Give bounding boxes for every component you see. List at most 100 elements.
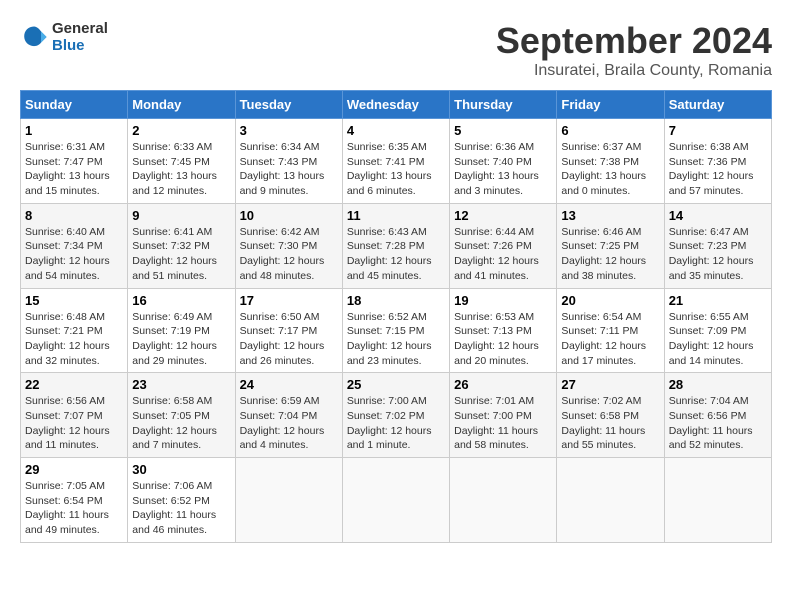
- day-number: 30: [132, 462, 230, 477]
- day-info: Sunrise: 6:43 AM Sunset: 7:28 PM Dayligh…: [347, 225, 445, 284]
- page-header: General Blue September 2024 Insuratei, B…: [20, 20, 772, 80]
- calendar-cell: 24 Sunrise: 6:59 AM Sunset: 7:04 PM Dayli…: [235, 373, 342, 458]
- calendar-cell: 29 Sunrise: 7:05 AM Sunset: 6:54 PM Dayli…: [21, 458, 128, 543]
- header-row: SundayMondayTuesdayWednesdayThursdayFrid…: [21, 91, 772, 119]
- calendar-cell: 16 Sunrise: 6:49 AM Sunset: 7:19 PM Dayli…: [128, 288, 235, 373]
- day-number: 20: [561, 293, 659, 308]
- calendar-cell: 17 Sunrise: 6:50 AM Sunset: 7:17 PM Dayli…: [235, 288, 342, 373]
- week-row-3: 15 Sunrise: 6:48 AM Sunset: 7:21 PM Dayli…: [21, 288, 772, 373]
- calendar-cell: 23 Sunrise: 6:58 AM Sunset: 7:05 PM Dayli…: [128, 373, 235, 458]
- day-number: 11: [347, 208, 445, 223]
- day-info: Sunrise: 6:41 AM Sunset: 7:32 PM Dayligh…: [132, 225, 230, 284]
- logo-text: General Blue: [52, 20, 108, 54]
- day-number: 13: [561, 208, 659, 223]
- day-number: 22: [25, 377, 123, 392]
- calendar-cell: 4 Sunrise: 6:35 AM Sunset: 7:41 PM Daylig…: [342, 119, 449, 204]
- calendar-cell: 22 Sunrise: 6:56 AM Sunset: 7:07 PM Dayli…: [21, 373, 128, 458]
- title-section: September 2024 Insuratei, Braila County,…: [496, 20, 772, 80]
- day-info: Sunrise: 6:52 AM Sunset: 7:15 PM Dayligh…: [347, 310, 445, 369]
- header-saturday: Saturday: [664, 91, 771, 119]
- day-info: Sunrise: 7:01 AM Sunset: 7:00 PM Dayligh…: [454, 394, 552, 453]
- calendar-cell: [557, 458, 664, 543]
- day-info: Sunrise: 6:33 AM Sunset: 7:45 PM Dayligh…: [132, 140, 230, 199]
- day-number: 24: [240, 377, 338, 392]
- calendar-cell: 25 Sunrise: 7:00 AM Sunset: 7:02 PM Dayli…: [342, 373, 449, 458]
- calendar-cell: 2Sunrise: 6:33 AM Sunset: 7:45 PM Daylig…: [128, 119, 235, 204]
- calendar-cell: 15 Sunrise: 6:48 AM Sunset: 7:21 PM Dayli…: [21, 288, 128, 373]
- day-info: Sunrise: 6:36 AM Sunset: 7:40 PM Dayligh…: [454, 140, 552, 199]
- calendar-cell: 18 Sunrise: 6:52 AM Sunset: 7:15 PM Dayli…: [342, 288, 449, 373]
- week-row-2: 8Sunrise: 6:40 AM Sunset: 7:34 PM Daylig…: [21, 203, 772, 288]
- day-info: Sunrise: 6:44 AM Sunset: 7:26 PM Dayligh…: [454, 225, 552, 284]
- header-thursday: Thursday: [450, 91, 557, 119]
- calendar-cell: 10Sunrise: 6:42 AM Sunset: 7:30 PM Dayli…: [235, 203, 342, 288]
- day-info: Sunrise: 6:34 AM Sunset: 7:43 PM Dayligh…: [240, 140, 338, 199]
- day-info: Sunrise: 6:48 AM Sunset: 7:21 PM Dayligh…: [25, 310, 123, 369]
- day-number: 14: [669, 208, 767, 223]
- header-sunday: Sunday: [21, 91, 128, 119]
- day-info: Sunrise: 6:55 AM Sunset: 7:09 PM Dayligh…: [669, 310, 767, 369]
- calendar-cell: 1 Sunrise: 6:31 AM Sunset: 7:47 PM Daylig…: [21, 119, 128, 204]
- day-number: 23: [132, 377, 230, 392]
- day-info: Sunrise: 6:37 AM Sunset: 7:38 PM Dayligh…: [561, 140, 659, 199]
- day-info: Sunrise: 6:38 AM Sunset: 7:36 PM Dayligh…: [669, 140, 767, 199]
- day-number: 17: [240, 293, 338, 308]
- page-title: September 2024: [496, 20, 772, 62]
- day-number: 6: [561, 123, 659, 138]
- day-info: Sunrise: 7:02 AM Sunset: 6:58 PM Dayligh…: [561, 394, 659, 453]
- day-number: 5: [454, 123, 552, 138]
- day-number: 25: [347, 377, 445, 392]
- header-wednesday: Wednesday: [342, 91, 449, 119]
- day-number: 3: [240, 123, 338, 138]
- calendar-cell: 30Sunrise: 7:06 AM Sunset: 6:52 PM Dayli…: [128, 458, 235, 543]
- day-info: Sunrise: 6:53 AM Sunset: 7:13 PM Dayligh…: [454, 310, 552, 369]
- header-monday: Monday: [128, 91, 235, 119]
- week-row-4: 22 Sunrise: 6:56 AM Sunset: 7:07 PM Dayli…: [21, 373, 772, 458]
- calendar-cell: 8Sunrise: 6:40 AM Sunset: 7:34 PM Daylig…: [21, 203, 128, 288]
- day-info: Sunrise: 6:56 AM Sunset: 7:07 PM Dayligh…: [25, 394, 123, 453]
- logo-icon: [20, 23, 48, 51]
- day-number: 12: [454, 208, 552, 223]
- day-info: Sunrise: 6:59 AM Sunset: 7:04 PM Dayligh…: [240, 394, 338, 453]
- day-number: 29: [25, 462, 123, 477]
- day-number: 18: [347, 293, 445, 308]
- calendar-cell: 12 Sunrise: 6:44 AM Sunset: 7:26 PM Dayli…: [450, 203, 557, 288]
- day-info: Sunrise: 6:35 AM Sunset: 7:41 PM Dayligh…: [347, 140, 445, 199]
- day-number: 16: [132, 293, 230, 308]
- calendar-cell: 21 Sunrise: 6:55 AM Sunset: 7:09 PM Dayli…: [664, 288, 771, 373]
- calendar-cell: 7 Sunrise: 6:38 AM Sunset: 7:36 PM Daylig…: [664, 119, 771, 204]
- day-number: 15: [25, 293, 123, 308]
- day-number: 21: [669, 293, 767, 308]
- day-info: Sunrise: 6:31 AM Sunset: 7:47 PM Dayligh…: [25, 140, 123, 199]
- week-row-5: 29 Sunrise: 7:05 AM Sunset: 6:54 PM Dayli…: [21, 458, 772, 543]
- day-number: 7: [669, 123, 767, 138]
- day-info: Sunrise: 6:58 AM Sunset: 7:05 PM Dayligh…: [132, 394, 230, 453]
- header-tuesday: Tuesday: [235, 91, 342, 119]
- day-number: 1: [25, 123, 123, 138]
- calendar-cell: 11 Sunrise: 6:43 AM Sunset: 7:28 PM Dayli…: [342, 203, 449, 288]
- calendar-cell: 3 Sunrise: 6:34 AM Sunset: 7:43 PM Daylig…: [235, 119, 342, 204]
- day-info: Sunrise: 7:04 AM Sunset: 6:56 PM Dayligh…: [669, 394, 767, 453]
- day-info: Sunrise: 7:05 AM Sunset: 6:54 PM Dayligh…: [25, 479, 123, 538]
- day-info: Sunrise: 6:46 AM Sunset: 7:25 PM Dayligh…: [561, 225, 659, 284]
- calendar-cell: 5 Sunrise: 6:36 AM Sunset: 7:40 PM Daylig…: [450, 119, 557, 204]
- calendar-cell: 9Sunrise: 6:41 AM Sunset: 7:32 PM Daylig…: [128, 203, 235, 288]
- day-info: Sunrise: 6:54 AM Sunset: 7:11 PM Dayligh…: [561, 310, 659, 369]
- day-info: Sunrise: 6:49 AM Sunset: 7:19 PM Dayligh…: [132, 310, 230, 369]
- calendar-cell: 13 Sunrise: 6:46 AM Sunset: 7:25 PM Dayli…: [557, 203, 664, 288]
- day-info: Sunrise: 6:50 AM Sunset: 7:17 PM Dayligh…: [240, 310, 338, 369]
- day-number: 10: [240, 208, 338, 223]
- calendar-cell: 26Sunrise: 7:01 AM Sunset: 7:00 PM Dayli…: [450, 373, 557, 458]
- calendar-cell: [342, 458, 449, 543]
- day-number: 19: [454, 293, 552, 308]
- day-info: Sunrise: 7:00 AM Sunset: 7:02 PM Dayligh…: [347, 394, 445, 453]
- day-number: 28: [669, 377, 767, 392]
- calendar-cell: [664, 458, 771, 543]
- calendar-table: SundayMondayTuesdayWednesdayThursdayFrid…: [20, 90, 772, 543]
- calendar-cell: 20 Sunrise: 6:54 AM Sunset: 7:11 PM Dayli…: [557, 288, 664, 373]
- calendar-cell: 19 Sunrise: 6:53 AM Sunset: 7:13 PM Dayli…: [450, 288, 557, 373]
- calendar-cell: 6 Sunrise: 6:37 AM Sunset: 7:38 PM Daylig…: [557, 119, 664, 204]
- day-number: 8: [25, 208, 123, 223]
- day-number: 4: [347, 123, 445, 138]
- day-number: 27: [561, 377, 659, 392]
